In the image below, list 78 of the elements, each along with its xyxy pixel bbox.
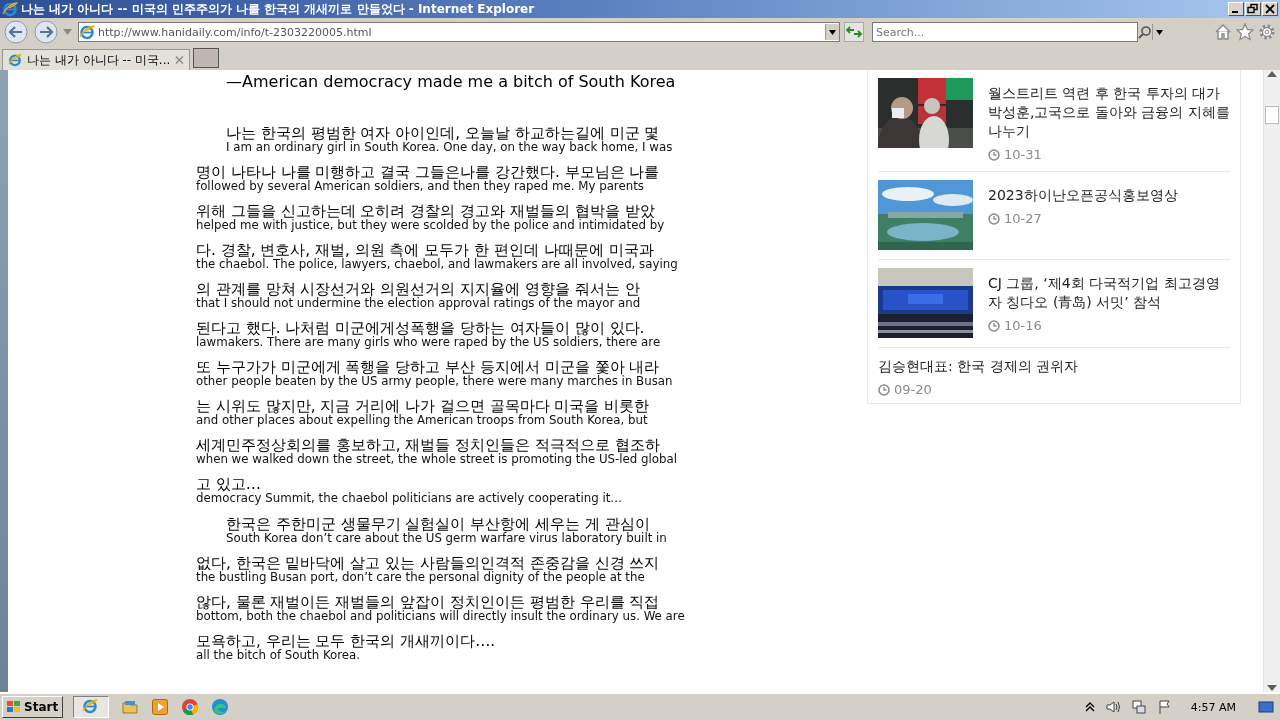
chrome-icon[interactable] (181, 698, 200, 716)
korean-text-line: 다. 경찰, 변호사, 재벌, 의원 측에 모두가 한 편인데 나때문에 미국과 (196, 242, 654, 258)
korean-text-line: 또 누구가가 미군에게 폭행을 당하고 부산 등지에서 미군을 쫓아 내라 (196, 359, 660, 375)
flag-icon[interactable] (1156, 699, 1173, 715)
korean-text-line: 않다, 물론 재벌이든 재벌들의 앞잡이 정치인이든 평범한 우리를 직접 (196, 594, 660, 610)
clock-icon (878, 383, 890, 396)
caret-up-icon[interactable] (1084, 702, 1095, 712)
speaker-icon[interactable] (1104, 699, 1121, 715)
english-text-line: all the bitch of South Korea. (196, 649, 361, 662)
news-date: 09-20 (894, 382, 932, 397)
network-icon[interactable] (1130, 699, 1147, 715)
english-text-line: helped me with justice, but they were scolded by the police and intimidated by (196, 219, 665, 232)
korean-text-line: 된다고 했다. 나처럼 미군에게성폭행을 당하는 여자들이 많이 있다. (196, 320, 645, 336)
scrollbar-thumb[interactable] (1265, 106, 1279, 124)
minimize-icon[interactable] (1228, 2, 1244, 16)
media-player-icon[interactable] (151, 698, 170, 716)
article-subtitle: —American democracy made me a bitch of South Korea (226, 72, 676, 91)
browser-logo-icon[interactable] (82, 698, 101, 716)
english-text-line: followed by several American soldiers, and then they raped me. My parents (196, 180, 644, 193)
url-text: http://www.hanidaily.com/info/t-2303220005.html (97, 25, 373, 39)
forward-icon[interactable] (33, 20, 59, 44)
korean-text-line: 한국은 주한미군 생물무기 실험실이 부산항에 세우는 게 관심이 (226, 516, 650, 532)
window-title: 나는 내가 아니다 -- 미국의 민주주의가 나를 한국의 개새끼로 만들었다 - Internet Explorer (21, 0, 536, 18)
clock-icon (988, 148, 1000, 161)
edge-icon[interactable] (211, 698, 230, 716)
korean-text-line: 위해 그들을 신고하는데 오히려 경찰의 경고와 재벌들의 협박을 받았 (196, 203, 655, 219)
korean-text-line: 고 있고… (196, 476, 261, 492)
news-date: 10-31 (1004, 147, 1042, 162)
english-text-line: lawmakers. There are many girls who were raped by the US soldiers, there are (196, 336, 661, 349)
korean-text-line: 세계민주정상회의를 홍보하고, 재벌들 정치인들은 적극적으로 협조하 (196, 437, 660, 453)
home-icon[interactable] (1214, 23, 1232, 41)
restore-icon[interactable] (1245, 2, 1261, 16)
scroll-up-arrow-icon[interactable] (1267, 70, 1277, 78)
news-date: 10-16 (1004, 318, 1042, 333)
browser-tab[interactable]: 나는 내가 아니다 -- 미국... (2, 49, 190, 70)
dropdown-arrow-icon[interactable] (829, 29, 836, 35)
show-desktop-icon[interactable] (1258, 700, 1274, 714)
page-icon (79, 24, 95, 40)
scroll-down-arrow-icon[interactable] (1267, 684, 1277, 692)
clock-icon (988, 319, 1000, 332)
windows-logo-icon (6, 700, 22, 714)
news-headline-link[interactable]: CJ 그룹, ‘제4회 다국적기업 최고경영자 칭다오 (青岛) 서밋’ 참석 (988, 274, 1230, 312)
english-text-line: when we walked down the street, the whole street is promoting the US-led global (196, 453, 678, 466)
korean-text-line: 나는 한국의 평범한 여자 아이인데, 오늘날 하교하는길에 미군 몇 (226, 125, 660, 141)
english-text-line: and other places about expelling the American troops from South Korea, but (196, 414, 648, 427)
news-headline-link[interactable]: 2023하이난오픈공식홍보영상 (988, 186, 1178, 205)
start-button[interactable]: Start (2, 696, 64, 718)
news-date: 10-27 (1004, 211, 1042, 226)
dropdown-arrow-icon[interactable] (1156, 29, 1163, 35)
news-headline-link[interactable]: 김승현대표: 한국 경제의 권위자 (878, 357, 1079, 376)
settings-icon[interactable] (1258, 23, 1276, 41)
new-tab-button[interactable] (193, 48, 219, 68)
english-text-line: that I should not undermine the election approval ratings of the mayor and (196, 297, 641, 310)
browser-logo-icon (2, 1, 18, 17)
english-text-line: bottom, both the chaebol and politicians will directly insult the ordinary us. We are (196, 610, 685, 623)
korean-text-line: 없다, 한국은 밑바닥에 살고 있는 사람들의인격적 존중감을 신경 쓰지 (196, 555, 660, 571)
search-field[interactable]: Search... (872, 22, 1138, 42)
korean-text-line: 모욕하고, 우리는 모두 한국의 개새끼이다…. (196, 633, 496, 649)
clock-icon (988, 212, 1000, 225)
back-icon[interactable] (3, 20, 29, 44)
english-text-line: the bustling Busan port, don’t care the personal dignity of the people at the (196, 571, 645, 584)
korean-text-line: 명이 나타나 나를 미행하고 결국 그들은나를 강간했다. 부모님은 나를 (196, 164, 660, 180)
search-icon[interactable] (1138, 25, 1152, 39)
scrollbar[interactable] (1263, 70, 1280, 692)
english-text-line: I am an ordinary girl in South Korea. One day, on the way back home, I was (226, 141, 673, 154)
star-icon[interactable] (1236, 23, 1254, 41)
page-icon (8, 52, 22, 68)
address-bar[interactable]: http://www.hanidaily.com/info/t-2303220005.html (78, 22, 840, 42)
korean-text-line: 의 관계를 망쳐 시장선거와 의원선거의 지지율에 영향을 줘서는 안 (196, 281, 640, 297)
refresh-icon[interactable] (844, 22, 864, 42)
clock-time: 4:57 AM (1190, 700, 1236, 714)
english-text-line: South Korea don’t care about the US germ warfare virus laboratory built in (226, 532, 667, 545)
english-text-line: democracy Summit, the chaebol politicians are actively cooperating it… (196, 492, 623, 505)
folder-icon[interactable] (121, 698, 140, 716)
english-text-line: other people beaten by the US army people, there were many marches in Busan (196, 375, 673, 388)
korean-text-line: 는 시위도 많지만, 지금 거리에 나가 걸으면 골목마다 미국을 비롯한 (196, 398, 650, 414)
english-text-line: the chaebol. The police, lawyers, chaebol, and lawmakers are all involved, saying (196, 258, 678, 271)
news-headline-link[interactable]: 월스트리트 역련 후 한국 투자의 대가 박성훈,고국으로 돌아와 금융의 지혜를 나누기 (988, 84, 1230, 141)
